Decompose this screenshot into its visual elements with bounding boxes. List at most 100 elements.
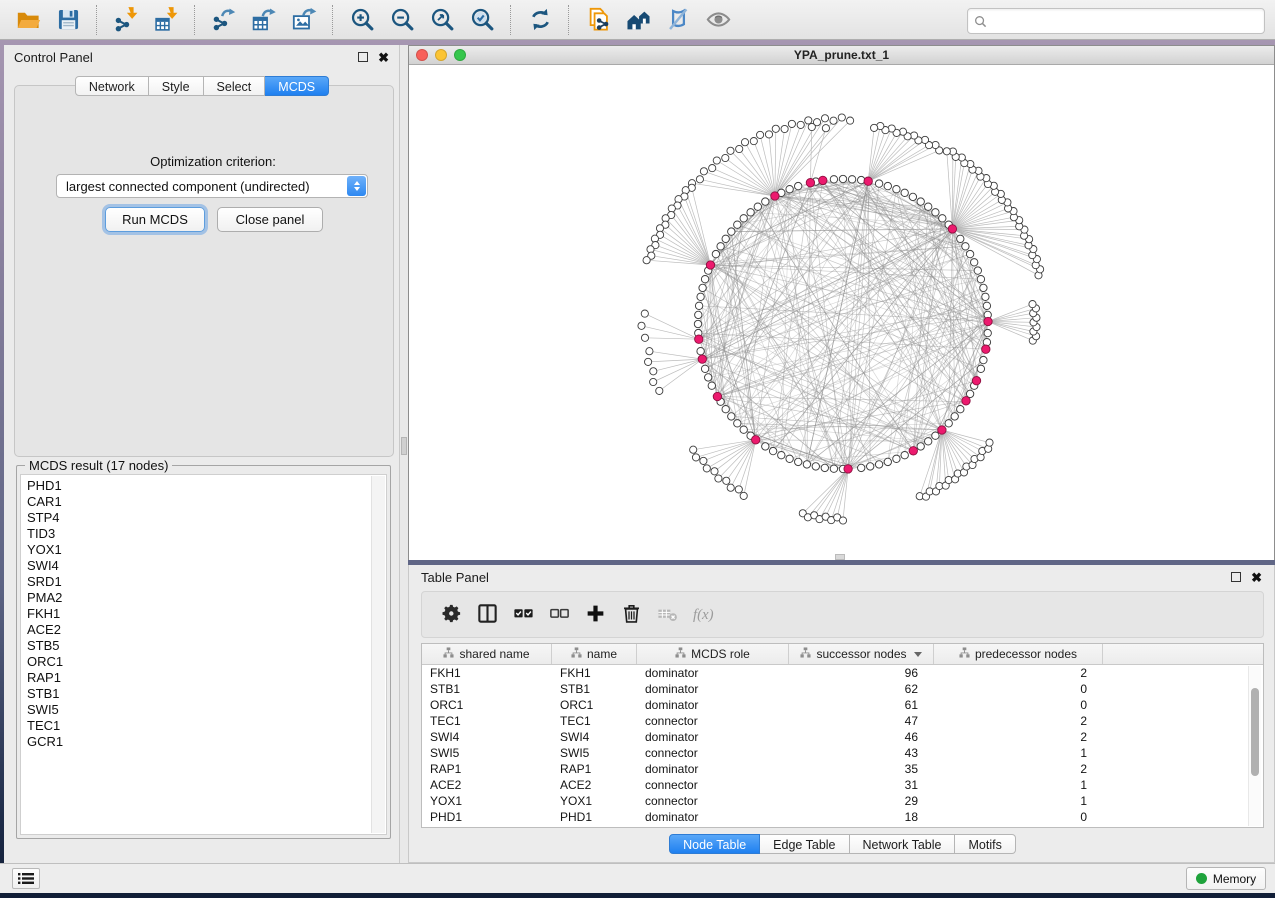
mcds-hub-node xyxy=(752,436,760,444)
float-button[interactable] xyxy=(1231,572,1241,582)
clear-selection-button[interactable] xyxy=(544,600,574,630)
tab-mcds[interactable]: MCDS xyxy=(265,76,329,96)
mcds-result-item[interactable]: SWI5 xyxy=(27,702,386,718)
table-row[interactable]: ACE2ACE2connector311 xyxy=(422,777,1263,793)
mcds-result-item[interactable]: ORC1 xyxy=(27,654,386,670)
mcds-result-item[interactable]: FKH1 xyxy=(27,606,386,622)
column-header-shared-name[interactable]: shared name xyxy=(422,644,552,664)
search-input[interactable] xyxy=(991,11,1264,31)
refresh-icon xyxy=(527,6,554,33)
mcds-result-item[interactable]: PHD1 xyxy=(27,478,386,494)
mcds-result-item[interactable]: RAP1 xyxy=(27,670,386,686)
close-icon[interactable]: ✖ xyxy=(1251,571,1262,584)
main-toolbar xyxy=(0,0,1275,40)
tab-network-table[interactable]: Network Table xyxy=(850,834,956,854)
zoom-fit-button[interactable] xyxy=(424,3,460,37)
mcds-result-item[interactable]: TEC1 xyxy=(27,718,386,734)
network-canvas[interactable] xyxy=(409,65,1274,560)
mcds-result-item[interactable]: ACE2 xyxy=(27,622,386,638)
cell-name: STB1 xyxy=(552,682,637,696)
tab-node-table[interactable]: Node Table xyxy=(669,834,760,854)
close-icon[interactable]: ✖ xyxy=(378,51,389,64)
import-table-icon xyxy=(153,6,180,33)
zoom-out-button[interactable] xyxy=(384,3,420,37)
column-label: shared name xyxy=(459,647,529,661)
mcds-result-item[interactable]: STP4 xyxy=(27,510,386,526)
cell-predecessor-nodes: 2 xyxy=(934,666,1103,680)
import-network-button[interactable] xyxy=(108,3,144,37)
memory-button[interactable]: Memory xyxy=(1186,867,1266,890)
mcds-hub-node xyxy=(982,345,990,353)
network-splitter-grip[interactable] xyxy=(835,554,845,560)
table-settings-button[interactable] xyxy=(436,600,466,630)
mcds-result-item[interactable]: YOX1 xyxy=(27,542,386,558)
apply-layout-button[interactable] xyxy=(522,3,558,37)
mcds-result-item[interactable]: CAR1 xyxy=(27,494,386,510)
column-header-mcds-role[interactable]: MCDS role xyxy=(637,644,789,664)
vertical-splitter[interactable] xyxy=(400,45,408,863)
open-session-button[interactable] xyxy=(10,3,46,37)
cell-mcds-role: dominator xyxy=(637,698,789,712)
home-button[interactable] xyxy=(620,3,656,37)
table-row[interactable]: TEC1TEC1connector472 xyxy=(422,713,1263,729)
cell-successor-nodes: 61 xyxy=(789,698,934,712)
splitter-grip[interactable] xyxy=(401,437,407,455)
tab-style[interactable]: Style xyxy=(149,76,204,96)
zoom-selected-button[interactable] xyxy=(464,3,500,37)
column-header-name[interactable]: name xyxy=(552,644,637,664)
table-row[interactable]: PHD1PHD1dominator180 xyxy=(422,809,1263,825)
table-row[interactable]: SWI5SWI5connector431 xyxy=(422,745,1263,761)
tab-select[interactable]: Select xyxy=(204,76,266,96)
optimization-criterion-select[interactable]: largest connected component (undirected) xyxy=(56,174,368,198)
gear-icon xyxy=(440,602,463,628)
export-table-button[interactable] xyxy=(246,3,282,37)
mcds-result-item[interactable]: SWI4 xyxy=(27,558,386,574)
table-row[interactable]: STB1STB1dominator620 xyxy=(422,681,1263,697)
column-header-successor-nodes[interactable]: successor nodes xyxy=(789,644,934,664)
clear-selection-icon xyxy=(548,602,571,628)
mcds-result-item[interactable]: GCR1 xyxy=(27,734,386,750)
table-row[interactable]: RAP1RAP1dominator352 xyxy=(422,761,1263,777)
mcds-hub-node xyxy=(713,392,721,400)
tab-motifs[interactable]: Motifs xyxy=(955,834,1015,854)
mcds-list-scrollbar[interactable] xyxy=(371,476,385,833)
network-overview-button[interactable] xyxy=(580,3,616,37)
table-row[interactable]: FKH1FKH1dominator962 xyxy=(422,665,1263,681)
select-all-button[interactable] xyxy=(508,600,538,630)
run-mcds-button[interactable]: Run MCDS xyxy=(105,207,205,232)
export-image-button[interactable] xyxy=(286,3,322,37)
window-close-traffic-light[interactable] xyxy=(416,49,428,61)
tab-network[interactable]: Network xyxy=(75,76,149,96)
add-column-button[interactable] xyxy=(580,600,610,630)
mcds-result-item[interactable]: STB5 xyxy=(27,638,386,654)
show-hide-button[interactable] xyxy=(700,3,736,37)
table-scrollbar-thumb[interactable] xyxy=(1251,688,1259,776)
cell-predecessor-nodes: 2 xyxy=(934,714,1103,728)
tab-edge-table[interactable]: Edge Table xyxy=(760,834,849,854)
save-session-button[interactable] xyxy=(50,3,86,37)
table-row[interactable]: ORC1ORC1dominator610 xyxy=(422,697,1263,713)
table-scrollbar[interactable] xyxy=(1248,666,1261,826)
show-columns-button[interactable] xyxy=(472,600,502,630)
cell-shared-name: RAP1 xyxy=(422,762,552,776)
table-row[interactable]: YOX1YOX1connector291 xyxy=(422,793,1263,809)
mcds-result-item[interactable]: TID3 xyxy=(27,526,386,542)
table-row[interactable]: SWI4SWI4dominator462 xyxy=(422,729,1263,745)
mcds-result-item[interactable]: SRD1 xyxy=(27,574,386,590)
mcds-result-item[interactable]: STB1 xyxy=(27,686,386,702)
import-table-button[interactable] xyxy=(148,3,184,37)
task-history-button[interactable] xyxy=(12,868,40,889)
close-panel-button[interactable]: Close panel xyxy=(217,207,323,232)
mcds-result-list: PHD1CAR1STP4TID3YOX1SWI4SRD1PMA2FKH1ACE2… xyxy=(20,474,387,835)
float-button[interactable] xyxy=(358,52,368,62)
toggle-label-visibility-button[interactable] xyxy=(660,3,696,37)
export-network-button[interactable] xyxy=(206,3,242,37)
delete-column-button[interactable] xyxy=(616,600,646,630)
cell-name: PHD1 xyxy=(552,810,637,824)
column-header-predecessor-nodes[interactable]: predecessor nodes xyxy=(934,644,1103,664)
window-minimize-traffic-light[interactable] xyxy=(435,49,447,61)
mcds-result-item[interactable]: PMA2 xyxy=(27,590,386,606)
window-zoom-traffic-light[interactable] xyxy=(454,49,466,61)
mcds-hub-node xyxy=(771,192,779,200)
zoom-in-button[interactable] xyxy=(344,3,380,37)
